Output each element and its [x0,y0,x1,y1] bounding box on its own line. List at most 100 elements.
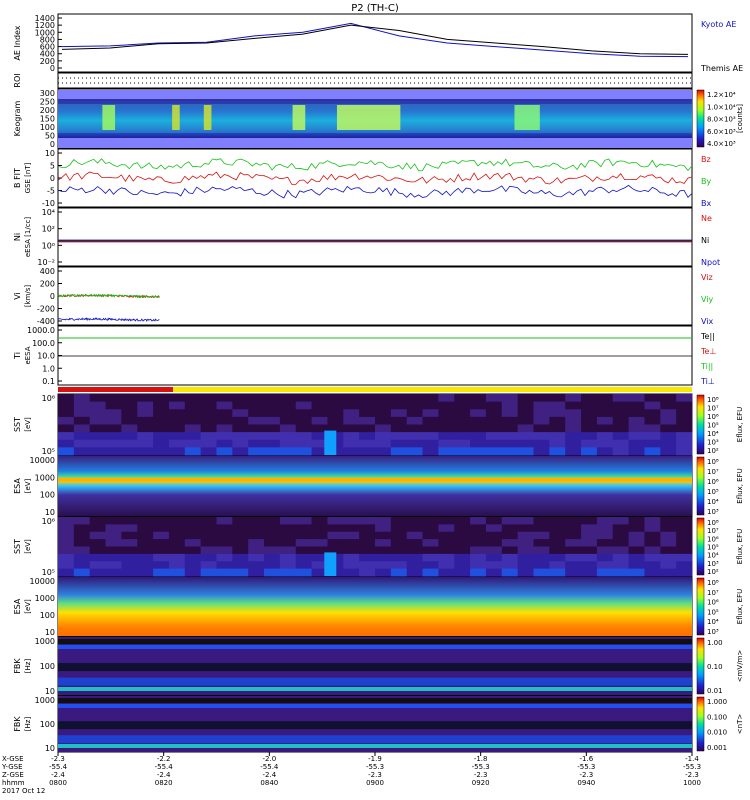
colorbar-tick-label: 10⁶ [707,413,719,421]
colorbar-title: Eflux, EFU [736,589,744,624]
sst-cell [549,409,566,418]
sst-cell [89,539,107,547]
sst-cell [168,531,186,540]
sst-cell [596,394,614,403]
sst-cell [184,539,202,547]
sst-cell [184,553,202,562]
sst-cell [565,517,582,525]
sst-cell [375,546,392,555]
sst-cell [232,424,249,433]
sst-cell [73,439,91,448]
sst-cell [200,424,217,433]
sst-cell [89,409,107,418]
sst-cell [390,531,408,540]
sst-cell [58,409,75,418]
sst-cell [549,439,566,448]
panel-tick-label: 0 [50,64,55,73]
footer-value: -55.3 [577,763,595,771]
panel-ylabel: FBK [13,716,22,732]
sst-cell [264,553,281,562]
sst-cell [565,432,582,441]
sst-cell [485,416,503,425]
colorbar-tick-label: 10⁴ [707,552,719,560]
colorbar-tick-label: 10⁵ [707,608,719,616]
sst-cell [533,517,550,525]
sst-cell [485,546,503,555]
colorbar-tick-label: 0.100 [707,713,727,721]
sst-cell [549,539,566,547]
sst-cell [533,432,550,441]
panel-tick-label: 10 [45,744,55,753]
sst-cell [264,539,281,547]
sst-cell [200,401,217,410]
sst-cell [264,531,281,540]
sst-cell [454,447,471,456]
sst-cell [168,553,186,562]
sst-cell [422,531,439,540]
sst-cell [248,553,265,562]
sst-cell [279,524,297,533]
fbk-band1 [58,645,692,649]
sst-cell [438,568,455,577]
sst-cell [533,561,550,570]
panel-ylabel: Ni [13,233,22,241]
sst-cell [105,439,122,448]
sst-cell [438,553,455,562]
panel-tick-label: 0 [50,174,55,183]
sst-cell [121,524,138,533]
sst-cell [517,531,534,540]
sst-cell [200,416,217,425]
panel-tick-label: 100 [40,491,55,500]
panel-tick-label: -5 [47,187,55,196]
spectrogram-12 [58,696,692,752]
panel-ylabel: Keogram [13,100,22,136]
colorbar-tick-label: 10⁵ [707,544,719,552]
sst-cell [438,394,455,403]
sst-cell [438,531,455,540]
footer-value: -1.4 [685,755,699,763]
sst-cell [628,553,645,562]
sst-cell [406,416,424,425]
sst-cell [581,401,598,410]
colorbar-gradient [696,89,705,148]
sst-cell [438,401,455,410]
sst-cell [485,432,503,441]
colorbar: 10⁸ 10⁷ 10⁶ 10⁵ 10⁴ 10³ Eflux, EFU [696,456,744,516]
sst-cell [343,439,360,448]
sst-cell [137,394,154,403]
sst-cell [375,447,392,456]
sst-cell [137,561,154,570]
colorbar-gradient [696,517,705,576]
sst-cell [89,416,107,425]
sst-cell [581,553,598,562]
sst-cell [216,432,233,441]
fbk-band2 [58,677,692,686]
sst-cell [216,439,233,448]
sst-cell [533,524,550,533]
sst-cell [660,568,677,577]
v-series-2 [57,317,160,323]
footer-value: -2.4 [51,771,65,779]
sst-cell [105,424,122,433]
roi-bar-red [58,387,173,392]
spectrogram-2 [58,90,692,148]
sst-cell [438,424,455,433]
legend-label: Te|| [700,332,715,341]
sst-cell [390,447,408,456]
sst-cell [612,394,630,403]
sst-cell [406,432,424,441]
sst-cell [676,539,693,547]
sst-cell [470,517,487,525]
sst-cell [359,416,376,425]
panel-frame [57,207,693,267]
sst-cell [89,517,107,525]
sst-cell [644,553,661,562]
sst-cell [517,517,534,525]
colorbar-tick-label: 10³ [707,508,719,516]
sst-cell [644,439,661,448]
sst-cell [406,553,424,562]
sst-cell [438,546,455,555]
sst-cell [422,546,439,555]
sst-cell [264,546,281,555]
sst-cell [612,539,630,547]
